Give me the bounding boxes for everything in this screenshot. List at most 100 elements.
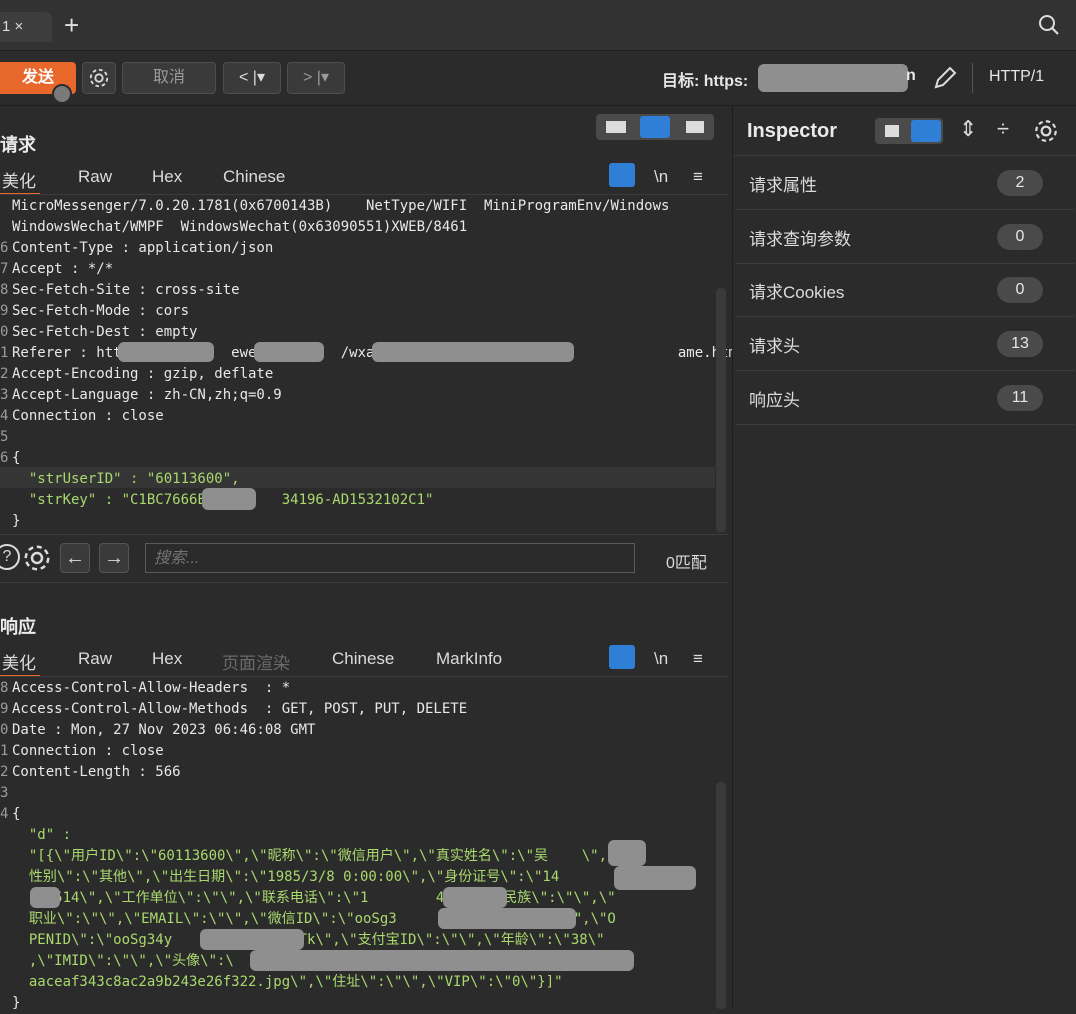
line-number: 7 (0, 261, 9, 277)
expand-icon[interactable]: ⇕ (959, 116, 977, 142)
code-line: 4{ (0, 804, 728, 825)
line-text: Connection : close (12, 408, 164, 424)
code-line: 8 Sec-Fetch-Site : cross-site (0, 280, 728, 301)
layout-stack-icon[interactable] (640, 116, 670, 138)
prev-button[interactable]: < |▾ (223, 62, 281, 94)
newline-toggle[interactable]: \n (654, 649, 668, 669)
layout-icon[interactable] (875, 118, 943, 144)
line-text: 性别\":\"其他\",\"出生日期\":\"1985/3/8 0:00:00\… (12, 869, 560, 885)
response-scrollbar[interactable] (716, 782, 726, 1009)
settings-button[interactable] (82, 62, 116, 94)
row-label: 请求头 (749, 337, 800, 356)
code-line: 1 Connection : close (0, 741, 728, 762)
line-text: aaceaf343c8ac2a9b243e26f322.jpg\",\"住址\"… (12, 974, 563, 990)
redacted-block (250, 950, 634, 971)
line-number: 3 (0, 387, 9, 403)
line-text: PENID\":\"ooSg34y 6GITk\",\"支付宝ID\":\"\"… (12, 932, 605, 948)
add-tab-button[interactable]: + (64, 10, 79, 40)
protocol-label[interactable]: HTTP/1 (989, 68, 1044, 86)
row-label: 请求Cookies (749, 283, 845, 302)
tab-raw[interactable]: Raw (78, 167, 112, 187)
request-editor[interactable]: MicroMessenger/7.0.20.1781(0x6700143B) N… (0, 196, 745, 532)
line-number: 4 (0, 806, 9, 822)
code-line: "strKey" : "C1BC7666E5 34196-AD1532102C1… (0, 490, 728, 511)
target-label: 目标: https: (662, 73, 749, 90)
request-scrollbar[interactable] (716, 288, 726, 532)
line-text: Accept-Encoding : gzip, deflate (12, 366, 274, 382)
code-line: 1Referer : https:// ewechat /wxa50 ame.h… (0, 343, 745, 364)
line-text: WindowsWechat/WMPF WindowsWechat(0x63090… (12, 219, 468, 235)
code-line: 6{ (0, 448, 728, 469)
tab-raw[interactable]: Raw (78, 649, 112, 669)
collapse-icon[interactable]: ÷ (997, 116, 1009, 142)
search-icon[interactable] (1038, 14, 1060, 36)
code-line: aaceaf343c8ac2a9b243e26f322.jpg\",\"住址\"… (0, 972, 728, 993)
tab-1-label: 1 × (2, 18, 24, 35)
search-input[interactable] (146, 544, 626, 574)
response-tabs: 美化 Raw Hex 页面渲染 Chinese MarkInfo \n ≡ (0, 645, 728, 677)
row-count-badge: 13 (997, 331, 1043, 357)
line-number: 8 (0, 680, 9, 696)
arrow-left-icon[interactable]: ← (60, 543, 90, 573)
gear-icon[interactable] (1033, 118, 1059, 144)
row-label: 请求属性 (749, 176, 817, 195)
layout-tab-icon[interactable] (686, 121, 704, 133)
search-field[interactable] (145, 543, 635, 574)
tab-chinese[interactable]: Chinese (223, 167, 285, 187)
newline-toggle[interactable]: \n (654, 167, 668, 187)
inspector-row-response-headers[interactable]: 响应头 11 (735, 371, 1075, 425)
next-button[interactable]: > |▾ (287, 62, 345, 94)
line-number: 9 (0, 303, 9, 319)
redacted-block (202, 488, 256, 510)
redacted-block (608, 840, 646, 866)
code-line: 514\",\"工作单位\":\"\",\"联系电话\":\"1 426\",\… (0, 888, 728, 909)
inspector-panel: Inspector ⇕ ÷ 请求属性 2 请求查询参数 0 请求Cookies … (732, 106, 1076, 1009)
code-line: 9 Access-Control-Allow-Methods : GET, POS… (0, 699, 728, 720)
request-title: 请求 (0, 135, 36, 155)
inspector-row-attributes[interactable]: 请求属性 2 (735, 156, 1075, 210)
cancel-button[interactable]: 取消 (122, 62, 216, 94)
divider (972, 63, 973, 93)
tab-chinese[interactable]: Chinese (332, 649, 394, 669)
pencil-icon[interactable] (931, 64, 959, 92)
layout-switcher (596, 114, 714, 140)
match-count: 0匹配 (666, 555, 707, 572)
redacted-block (614, 866, 696, 890)
row-count-badge: 0 (997, 224, 1043, 250)
layout-side-icon[interactable] (606, 121, 626, 133)
code-line: } (0, 993, 728, 1014)
inspector-row-cookies[interactable]: 请求Cookies 0 (735, 263, 1075, 317)
tab-1[interactable]: 1 × (0, 12, 52, 42)
inspector-row-request-headers[interactable]: 请求头 13 (735, 317, 1075, 371)
tab-hex[interactable]: Hex (152, 167, 182, 187)
send-options-handle[interactable] (52, 84, 72, 104)
wrap-icon[interactable] (609, 163, 635, 187)
arrow-right-icon[interactable]: → (99, 543, 129, 573)
line-text: Access-Control-Allow-Headers : * (12, 680, 291, 696)
code-line: MicroMessenger/7.0.20.1781(0x6700143B) N… (0, 196, 728, 217)
code-line: 2 Accept-Encoding : gzip, deflate (0, 364, 728, 385)
inspector-row-query-params[interactable]: 请求查询参数 0 (735, 210, 1075, 264)
tab-markinfo[interactable]: MarkInfo (436, 649, 502, 669)
code-line: 5 (0, 427, 728, 448)
redacted-target (758, 64, 908, 92)
line-number: 8 (0, 282, 9, 298)
line-number: 3 (0, 785, 9, 801)
redacted-block (30, 887, 60, 908)
code-line: 3 Accept-Language : zh-CN,zh;q=0.9 (0, 385, 728, 406)
line-text: { (12, 450, 21, 466)
hamburger-icon[interactable]: ≡ (693, 649, 703, 669)
wrap-icon[interactable] (609, 645, 635, 669)
divider (0, 582, 728, 583)
tab-hex[interactable]: Hex (152, 649, 182, 669)
line-number: 9 (0, 701, 9, 717)
line-text: Accept-Language : zh-CN,zh;q=0.9 (12, 387, 282, 403)
gear-icon[interactable] (22, 543, 52, 573)
hamburger-icon[interactable]: ≡ (693, 167, 703, 187)
code-line: 8 Access-Control-Allow-Headers : * (0, 678, 728, 699)
row-label: 响应头 (749, 391, 800, 410)
redacted-block (118, 342, 214, 362)
tab-pretty[interactable]: 美化 (0, 167, 40, 195)
tab-bar: 1 × + (0, 0, 1076, 51)
tab-pretty[interactable]: 美化 (0, 649, 40, 677)
